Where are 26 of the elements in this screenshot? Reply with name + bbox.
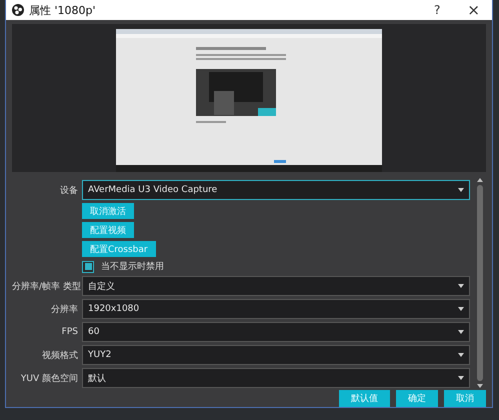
field-label: YUV 颜色空间 <box>20 372 78 384</box>
device-dropdown[interactable]: AVerMedia U3 Video Capture <box>82 180 470 200</box>
scrollbar[interactable] <box>476 178 484 388</box>
dropdown[interactable]: 60 <box>82 322 470 342</box>
checkbox-label: 当不显示时禁用 <box>101 260 164 273</box>
checkbox[interactable] <box>82 260 94 272</box>
dropdown[interactable]: YUY2 <box>82 345 470 365</box>
field-label: 分辨率 <box>50 304 78 316</box>
field-label: 设备 <box>59 184 78 196</box>
window-title: 属性 '1080p' <box>29 2 97 18</box>
field-label: FPS <box>60 327 78 337</box>
app-logo-icon <box>12 4 24 16</box>
close-button[interactable]: × <box>461 1 486 19</box>
dropdown[interactable]: 自定义 <box>82 276 470 296</box>
help-button[interactable]: ? <box>428 3 446 17</box>
scroll-down-icon <box>477 384 483 388</box>
dropdown[interactable]: 1920x1080 <box>82 299 470 319</box>
scroll-up-icon <box>477 178 483 182</box>
dropdown[interactable]: 默认 <box>82 368 470 388</box>
caret-icon <box>458 307 464 311</box>
caret-icon <box>458 330 464 334</box>
caret-icon <box>458 353 464 357</box>
field-label: 视频格式 <box>41 350 78 362</box>
caret-icon <box>458 376 464 380</box>
caret-icon <box>458 188 464 192</box>
caret-icon <box>458 284 464 288</box>
